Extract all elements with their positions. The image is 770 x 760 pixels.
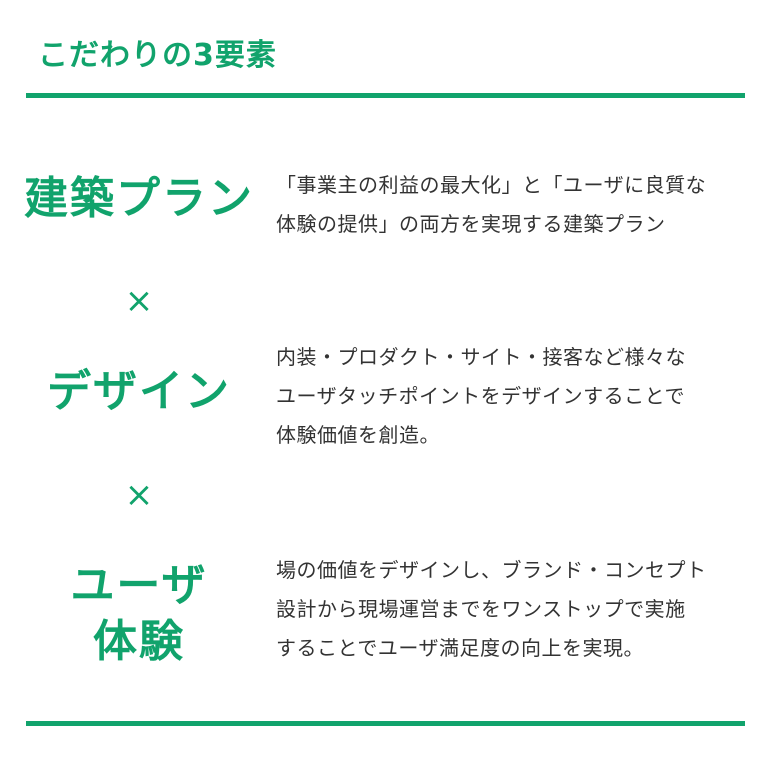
description-architecture-plan: 「事業主の利益の最大化」と「ユーザに良質な 体験の提供」の両方を実現する建築プラ… [276, 166, 736, 244]
heading-design: デザイン [47, 366, 231, 417]
description-line: することでユーザ満足度の向上を実現。 [276, 636, 644, 660]
times-separator: × [124, 281, 154, 321]
description-line: 設計から現場運営までをワンストップで実施 [276, 597, 686, 621]
description-line: 「事業主の利益の最大化」と「ユーザに良質な [276, 173, 707, 197]
top-divider [26, 93, 745, 98]
description-user-experience: 場の価値をデザインし、ブランド・コンセプト 設計から現場運営までをワンストップで… [276, 551, 736, 668]
section-title: こだわりの3要素 [38, 38, 277, 73]
description-design: 内装・プロダクト・サイト・接客など様々な ユーザタッチポイントをデザインすること… [276, 338, 736, 455]
heading-user-experience: ユーザ 体験 [20, 558, 258, 670]
heading-architecture-plan: 建築プラン [24, 173, 254, 224]
times-separator: × [124, 475, 154, 515]
description-line: 場の価値をデザインし、ブランド・コンセプト [276, 558, 707, 582]
heading-line: 体験 [93, 616, 185, 667]
description-line: 内装・プロダクト・サイト・接客など様々な [276, 345, 686, 369]
heading-line: ユーザ [70, 560, 208, 611]
description-line: 体験価値を創造。 [276, 423, 440, 447]
description-line: ユーザタッチポイントをデザインすることで [276, 384, 685, 408]
bottom-divider [26, 721, 745, 726]
description-line: 体験の提供」の両方を実現する建築プラン [276, 212, 666, 236]
